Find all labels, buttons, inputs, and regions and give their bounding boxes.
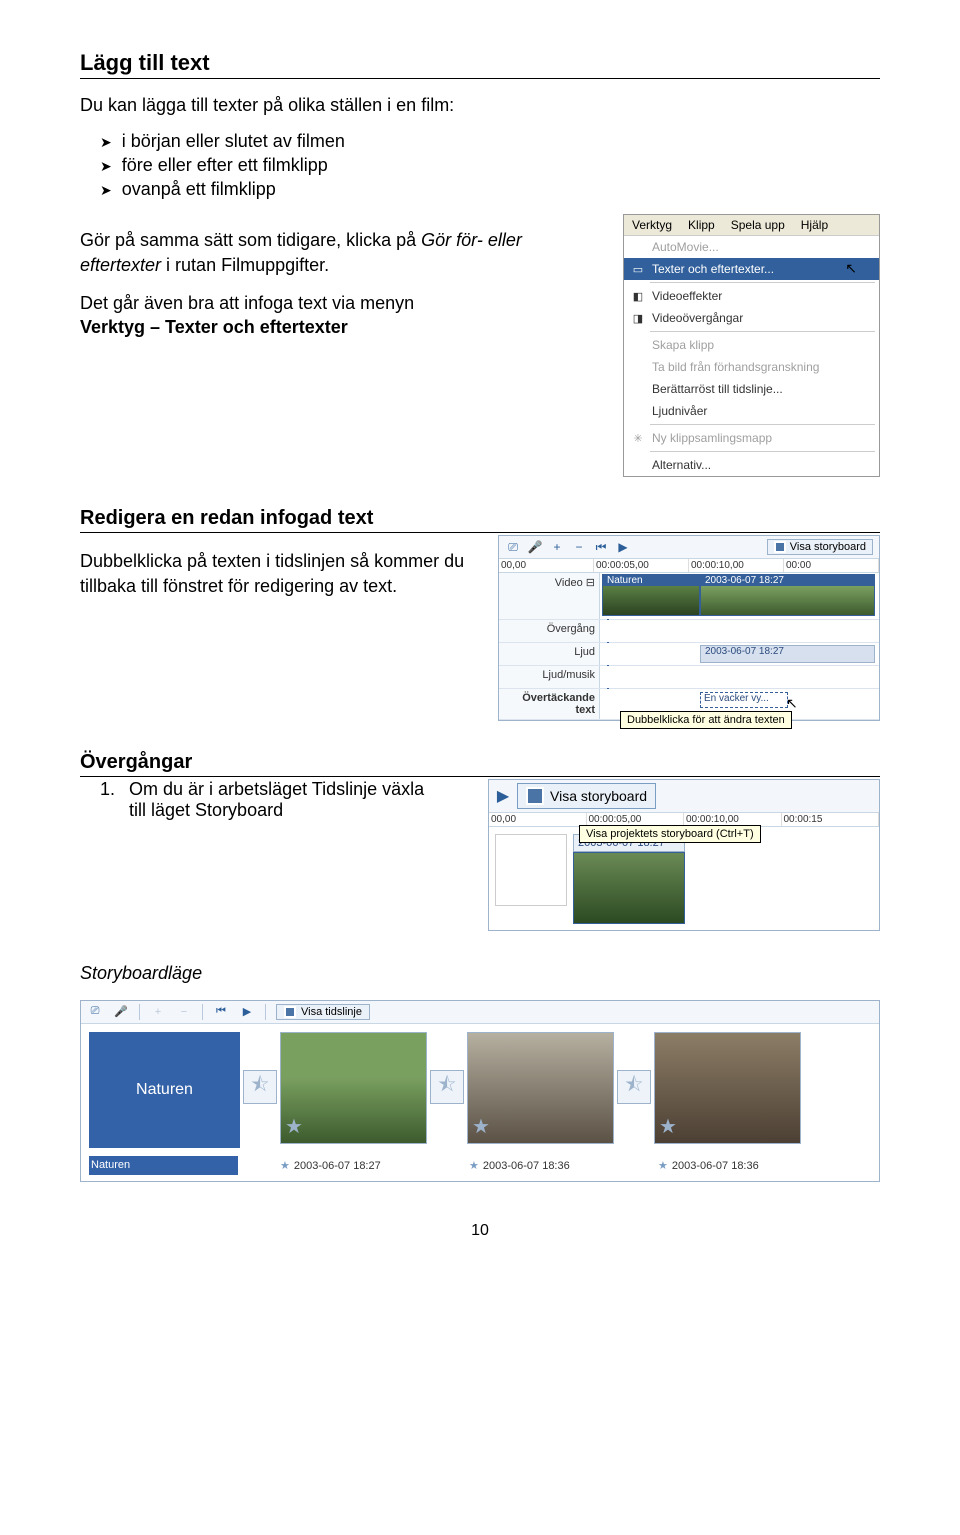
verktyg-menu: Verktyg Klipp Spela upp Hjälp AutoMovie.… [623, 214, 880, 477]
storyboard-mode-label: Storyboardläge [80, 961, 880, 985]
timeline-icon [284, 1006, 296, 1018]
text-clip[interactable]: En vacker vy... [700, 692, 788, 708]
menu-item-ny-klippsamlingsmapp[interactable]: ✳Ny klippsamlingsmapp [624, 427, 879, 449]
tooltip-dubbelklicka: Dubbelklicka för att ändra texten [620, 711, 792, 729]
bullet-item: före eller efter ett filmklipp [100, 155, 880, 176]
visa-storyboard-button-big[interactable]: Visa storyboard [517, 783, 656, 809]
track-label-ljudmusik: Ljud/musik [499, 666, 600, 688]
track-label-overgang: Övergång [499, 620, 600, 642]
bullet-list: i början eller slutet av filmen före ell… [100, 131, 880, 200]
timeline-panel: ⎚ 🎤 + − ⏮ ▶ Visa storyboard 00,00 00:00:… [498, 535, 880, 721]
star-icon: ★ [658, 1160, 668, 1172]
track-label-video: Video ⊟ [499, 573, 600, 619]
star-icon: ⯪ [251, 1070, 270, 1104]
tool-levels-icon[interactable]: ⎚ [87, 1004, 103, 1020]
tool-play-icon[interactable]: ▶ [615, 539, 631, 555]
page-number: 10 [80, 1222, 880, 1240]
track-label-overtackande-text: Övertäckande text [499, 689, 600, 719]
tool-narrate-icon[interactable]: 🎤 [113, 1004, 129, 1020]
tool-zoom-out-icon[interactable]: − [571, 539, 587, 555]
storyboard-item-3[interactable]: ★ [467, 1032, 614, 1144]
paragraph-3: Det går även bra att infoga text via men… [80, 291, 603, 340]
menu-item-ta-bild[interactable]: Ta bild från förhandsgranskning [624, 356, 879, 378]
storyboard-caption: ★2003-06-07 18:27 [278, 1156, 427, 1175]
tool-rewind-icon[interactable]: ⏮ [593, 539, 609, 555]
storyboard-caption: ★2003-06-07 18:36 [467, 1156, 616, 1175]
star-icon: ⯪ [438, 1070, 457, 1104]
tool-play-icon[interactable]: ▶ [239, 1004, 255, 1020]
paragraph-2: Gör på samma sätt som tidigare, klicka p… [80, 228, 603, 277]
cursor-icon: ↖ [786, 695, 798, 712]
bullet-item: ovanpå ett filmklipp [100, 179, 880, 200]
video-thumb[interactable] [573, 852, 685, 924]
bullet-item: i början eller slutet av filmen [100, 131, 880, 152]
transitions-step-text: Om du är i arbetsläget Tidslinje växla t… [129, 779, 429, 821]
video-clip-naturen[interactable]: Naturen [602, 574, 700, 616]
audio-clip[interactable]: 2003-06-07 18:27 [700, 645, 875, 663]
transitions-icon: ◨ [630, 310, 646, 326]
timeline-ruler: 00,00 00:00:05,00 00:00:10,00 00:00 [499, 559, 879, 573]
menu-item-skapa-klipp[interactable]: Skapa klipp [624, 334, 879, 356]
menu-verktyg[interactable]: Verktyg [624, 215, 680, 235]
tool-narrate-icon[interactable]: 🎤 [527, 539, 543, 555]
star-icon: ★ [285, 1114, 303, 1139]
storyboard-caption: ★2003-06-07 18:36 [656, 1156, 805, 1175]
heading-add-text: Lägg till text [80, 50, 880, 79]
cursor-icon: ↖ [845, 260, 857, 277]
list-number: 1. [100, 779, 115, 821]
tool-play-icon[interactable]: ▶ [495, 788, 511, 804]
menu-bar: Verktyg Klipp Spela upp Hjälp [624, 215, 879, 235]
tool-rewind-icon[interactable]: ⏮ [213, 1004, 229, 1020]
intro-paragraph: Du kan lägga till texter på olika ställe… [80, 93, 880, 117]
edit-paragraph: Dubbelklicka på texten i tidslinjen så k… [80, 549, 478, 598]
transition-slot[interactable]: ⯪ [430, 1070, 464, 1104]
star-icon: ★ [659, 1114, 677, 1139]
star-icon: ★ [280, 1160, 290, 1172]
star-icon: ★ [469, 1160, 479, 1172]
storyboard-item-2[interactable]: ★ [280, 1032, 427, 1144]
menu-item-alternativ[interactable]: Alternativ... [624, 454, 879, 476]
storyboard-toggle-panel: ▶ Visa storyboard 00,00 00:00:05,00 00:0… [488, 779, 880, 931]
star-icon: ★ [472, 1114, 490, 1139]
menu-item-ljudnivaer[interactable]: Ljudnivåer [624, 400, 879, 422]
tool-zoom-in-icon: + [150, 1004, 166, 1020]
visa-storyboard-button[interactable]: Visa storyboard [767, 539, 873, 555]
track-label-ljud: Ljud [499, 643, 600, 665]
tool-zoom-in-icon[interactable]: + [549, 539, 565, 555]
menu-item-automovie[interactable]: AutoMovie... [624, 236, 879, 258]
storyboard-item-naturen[interactable]: Naturen [89, 1032, 240, 1148]
tooltip-storyboard-shortcut: Visa projektets storyboard (Ctrl+T) [579, 825, 761, 843]
storyboard-icon [774, 541, 786, 553]
tool-levels-icon[interactable]: ⎚ [505, 539, 521, 555]
menu-spela-upp[interactable]: Spela upp [723, 215, 793, 235]
transition-slot[interactable]: ⯪ [617, 1070, 651, 1104]
menu-hjalp[interactable]: Hjälp [793, 215, 836, 235]
storyboard-strip: ⎚ 🎤 + − ⏮ ▶ Visa tidslinje Naturen ⯪ ★ ⯪… [80, 1000, 880, 1182]
storyboard-icon [526, 787, 544, 805]
storyboard-item-4[interactable]: ★ [654, 1032, 801, 1144]
video-clip-2[interactable]: 2003-06-07 18:27 [700, 574, 875, 616]
storyboard-caption: Naturen [89, 1156, 238, 1175]
effects-icon: ◧ [630, 288, 646, 304]
menu-item-videoeffekter[interactable]: ◧Videoeffekter [624, 285, 879, 307]
star-icon: ⯪ [625, 1070, 644, 1104]
transition-slot[interactable]: ⯪ [243, 1070, 277, 1104]
menu-item-videoovergangar[interactable]: ◨Videoövergångar [624, 307, 879, 329]
folder-icon: ✳ [630, 430, 646, 446]
text-icon: ▭ [630, 261, 646, 277]
heading-overgangar: Övergångar [80, 751, 880, 777]
menu-klipp[interactable]: Klipp [680, 215, 723, 235]
heading-redigera-text: Redigera en redan infogad text [80, 507, 880, 533]
visa-tidslinje-button[interactable]: Visa tidslinje [276, 1004, 370, 1020]
menu-item-texter-eftertexter[interactable]: ▭ Texter och eftertexter... ↖ [624, 258, 879, 280]
tool-zoom-out-icon: − [176, 1004, 192, 1020]
menu-item-berattarrost[interactable]: Berättarröst till tidslinje... [624, 378, 879, 400]
